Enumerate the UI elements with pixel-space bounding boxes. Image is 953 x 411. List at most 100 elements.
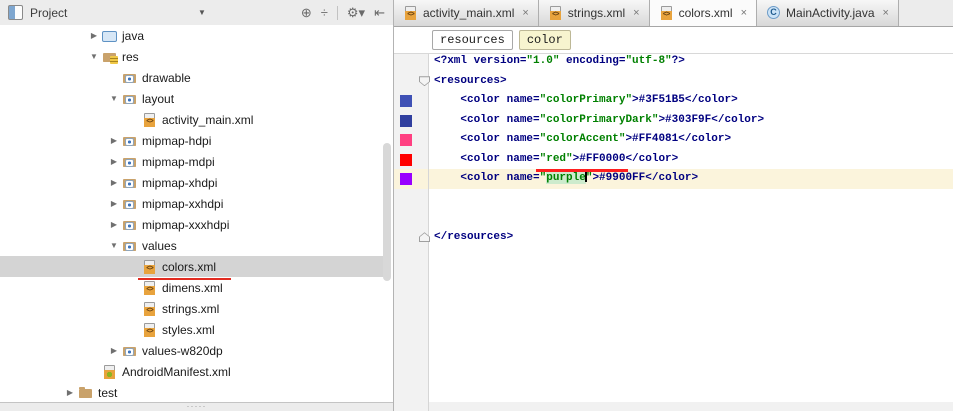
tree-item-java[interactable]: ▶ java <box>0 25 390 46</box>
manifest-file-icon <box>102 364 118 380</box>
color-swatch[interactable] <box>400 134 412 146</box>
tree-item-values-w820dp[interactable]: ▶ values-w820dp <box>0 340 390 361</box>
editor-tab-bar: activity_main.xml×strings.xml×colors.xml… <box>394 0 953 27</box>
tree-item-colors-xml[interactable]: colors.xml <box>0 256 390 277</box>
chevron-collapsed-icon[interactable]: ▶ <box>106 346 122 355</box>
code-token: ?> <box>671 55 685 67</box>
code-token: >#9900FF</color> <box>592 172 699 184</box>
xml-file-icon <box>142 112 158 128</box>
tree-item-label: mipmap-xxxhdpi <box>142 217 230 232</box>
tree-item-label: values <box>142 238 177 253</box>
tab-mainactivity-java[interactable]: MainActivity.java × <box>757 0 899 26</box>
code-token: "utf-8" <box>625 55 672 67</box>
chevron-collapsed-icon[interactable]: ▶ <box>106 220 122 229</box>
tree-item-androidmanifest-xml[interactable]: AndroidManifest.xml <box>0 361 390 382</box>
tree-scrollbar-thumb[interactable] <box>383 143 391 281</box>
editor-body[interactable]: <?xml version="1.0" encoding="utf-8"?> <r… <box>394 54 953 411</box>
annotation-underline <box>536 169 628 172</box>
editor-area: activity_main.xml×strings.xml×colors.xml… <box>394 0 953 411</box>
settings-gear-icon[interactable]: ⚙▾ <box>347 0 365 25</box>
tree-item-label: strings.xml <box>162 301 220 316</box>
tree-item-drawable[interactable]: drawable <box>0 67 390 88</box>
project-window-icon <box>8 5 23 20</box>
tree-item-test[interactable]: ▶ test <box>0 382 390 403</box>
code-area[interactable]: <?xml version="1.0" encoding="utf-8"?> <r… <box>434 52 953 411</box>
tab-colors-xml[interactable]: colors.xml × <box>649 0 758 26</box>
folder-restype-icon <box>122 238 138 254</box>
hide-panel-icon[interactable]: ⇤ <box>374 0 385 25</box>
color-swatch[interactable] <box>400 95 412 107</box>
tab-label: MainActivity.java <box>786 6 875 20</box>
code-line: </resources> <box>434 228 953 248</box>
tree-item-res[interactable]: ▼ res <box>0 46 390 67</box>
code-token: <resources> <box>434 74 507 87</box>
project-panel-title: Project <box>30 5 68 20</box>
close-icon[interactable]: × <box>741 7 747 19</box>
chevron-collapsed-icon[interactable]: ▶ <box>106 178 122 187</box>
java-class-icon <box>766 5 782 21</box>
tree-item-label: dimens.xml <box>162 280 223 295</box>
tree-item-layout[interactable]: ▼ layout <box>0 88 390 109</box>
tree-item-values[interactable]: ▼ values <box>0 235 390 256</box>
splitter-grip[interactable]: ····· <box>0 402 393 411</box>
code-line: <color name="colorPrimaryDark">#303F9F</… <box>434 111 953 131</box>
color-swatch[interactable] <box>400 114 412 127</box>
code-token: <?xml version= <box>434 55 527 67</box>
code-token: >#3F51B5</color> <box>632 94 738 106</box>
chevron-collapsed-icon[interactable]: ▶ <box>86 31 102 40</box>
color-swatch[interactable] <box>400 173 412 185</box>
tree-item-label: AndroidManifest.xml <box>122 364 231 379</box>
chevron-expanded-icon[interactable]: ▼ <box>106 94 122 103</box>
color-swatch[interactable] <box>400 153 412 166</box>
tree-item-label: layout <box>142 91 175 106</box>
close-icon[interactable]: × <box>883 7 889 19</box>
tab-label: colors.xml <box>678 6 733 20</box>
code-token: "1.0" <box>526 55 560 67</box>
chevron-collapsed-icon[interactable]: ▶ <box>106 157 122 166</box>
locate-icon[interactable]: ⊕ <box>301 0 312 25</box>
toolbar-divider <box>336 5 338 20</box>
tree-item-activity-main-xml[interactable]: activity_main.xml <box>0 109 390 130</box>
code-token: <color name= <box>434 133 540 145</box>
code-token: <color name= <box>434 113 540 126</box>
tree-item-mipmap-xxhdpi[interactable]: ▶ mipmap-xxhdpi <box>0 193 390 214</box>
tree-item-strings-xml[interactable]: strings.xml <box>0 298 390 319</box>
folder-restype-icon <box>122 217 138 233</box>
code-token: encoding= <box>559 55 626 67</box>
code-token: >#FF0000</color> <box>572 152 679 165</box>
folder-restype-icon <box>122 154 138 170</box>
breadcrumb-resources[interactable]: resources <box>432 30 513 50</box>
tree-item-label: mipmap-mdpi <box>142 154 215 169</box>
tab-activity-main-xml[interactable]: activity_main.xml × <box>394 0 539 26</box>
tab-strings-xml[interactable]: strings.xml × <box>538 0 650 26</box>
panel-bottom-edge: ····· <box>0 402 393 411</box>
tree-item-styles-xml[interactable]: styles.xml <box>0 319 390 340</box>
code-line: <color name="colorAccent">#FF4081</color… <box>434 130 953 150</box>
collapse-all-icon[interactable]: ÷ <box>321 0 328 25</box>
code-token: "colorPrimary" <box>539 94 633 106</box>
chevron-collapsed-icon[interactable]: ▶ <box>106 199 122 208</box>
close-icon[interactable]: × <box>633 7 639 19</box>
tree-item-label: mipmap-xhdpi <box>142 175 218 190</box>
breadcrumb-color[interactable]: color <box>518 30 571 50</box>
chevron-collapsed-icon[interactable]: ▶ <box>106 136 122 145</box>
tree-item-mipmap-hdpi[interactable]: ▶ mipmap-hdpi <box>0 130 390 151</box>
chevron-expanded-icon[interactable]: ▼ <box>86 52 102 61</box>
code-token: >#303F9F</color> <box>658 113 765 126</box>
android-studio-window: Project ▼ ⊕ ÷ ⚙▾ ⇤ ▶ java ▼ res drawable ▼ lay… <box>0 0 953 411</box>
chevron-expanded-icon[interactable]: ▼ <box>106 241 122 250</box>
close-icon[interactable]: × <box>522 7 528 19</box>
xml-file-icon <box>659 5 675 21</box>
tab-label: strings.xml <box>567 6 626 20</box>
chevron-collapsed-icon[interactable]: ▶ <box>62 388 78 397</box>
code-token: <color name= <box>434 172 540 184</box>
tree-item-mipmap-xhdpi[interactable]: ▶ mipmap-xhdpi <box>0 172 390 193</box>
project-selector-dropdown-icon[interactable]: ▼ <box>198 8 206 17</box>
tree-item-mipmap-mdpi[interactable]: ▶ mipmap-mdpi <box>0 151 390 172</box>
xml-file-icon <box>142 280 158 296</box>
tree-item-dimens-xml[interactable]: dimens.xml <box>0 277 390 298</box>
code-line: <resources> <box>434 72 953 92</box>
tree-item-mipmap-xxxhdpi[interactable]: ▶ mipmap-xxxhdpi <box>0 214 390 235</box>
code-token: <color name= <box>434 94 540 106</box>
